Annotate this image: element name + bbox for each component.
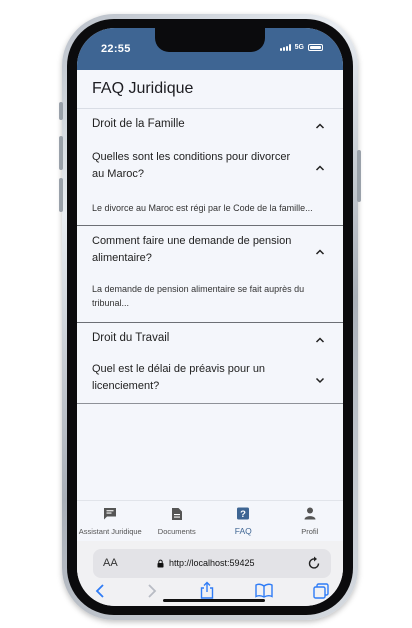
- volume-down-button: [59, 178, 63, 212]
- power-button: [357, 150, 361, 202]
- person-icon: [304, 507, 316, 520]
- category-header-famille[interactable]: Droit de la Famille: [77, 109, 343, 143]
- volume-up-button: [59, 136, 63, 170]
- nav-label: Assistant Juridique: [78, 527, 142, 536]
- reload-icon[interactable]: [308, 556, 321, 570]
- category-label: Droit de la Famille: [92, 118, 185, 130]
- status-indicators: 5G: [279, 44, 323, 51]
- phone-screen: 22:55 5G FAQ Juridique Droit de la Famil…: [77, 28, 343, 606]
- nav-item-assistant[interactable]: Assistant Juridique: [77, 501, 144, 542]
- faq-question-item[interactable]: Quel est le délai de préavis pour un lic…: [77, 357, 343, 401]
- network-type: 5G: [294, 44, 304, 51]
- help-icon: ?: [237, 507, 250, 520]
- share-icon[interactable]: [200, 581, 214, 599]
- forward-icon[interactable]: [147, 583, 157, 599]
- url-text: http://localhost:59425: [169, 558, 255, 568]
- app-header: FAQ Juridique: [77, 70, 343, 109]
- page-title: FAQ Juridique: [92, 80, 194, 97]
- category-label: Droit du Travail: [92, 332, 170, 344]
- nav-label: FAQ: [234, 526, 252, 536]
- bookmarks-icon[interactable]: [255, 583, 273, 598]
- question-label: Comment faire une demande de pension ali…: [92, 235, 292, 264]
- question-label: Quel est le délai de préavis pour un lic…: [92, 363, 266, 392]
- bottom-nav: Assistant Juridique Documents ? FAQ Prof…: [77, 500, 343, 542]
- browser-chrome: AA http://localhost:59425: [77, 541, 343, 606]
- category-header-travail[interactable]: Droit du Travail: [77, 323, 343, 357]
- aa-label: AA: [103, 557, 118, 569]
- question-label: Quelles sont les conditions pour divorce…: [92, 151, 291, 180]
- document-icon: [171, 508, 182, 520]
- answer-text: La demande de pension alimentaire se fai…: [92, 284, 305, 308]
- silent-switch: [59, 102, 63, 120]
- back-icon[interactable]: [95, 583, 105, 599]
- nav-item-profil[interactable]: Profil: [277, 501, 344, 542]
- reader-options-button[interactable]: AA: [103, 557, 118, 569]
- chevron-up-icon: [315, 165, 325, 171]
- nav-label: Documents: [157, 527, 196, 536]
- divider: [77, 225, 343, 226]
- address-bar[interactable]: AA http://localhost:59425: [93, 549, 331, 578]
- status-time: 22:55: [101, 43, 131, 55]
- signal-icon: [279, 44, 291, 51]
- nav-item-documents[interactable]: Documents: [144, 501, 211, 542]
- lock-icon: [157, 559, 164, 567]
- chevron-up-icon: [315, 337, 325, 343]
- chevron-up-icon: [315, 123, 325, 129]
- faq-question-item[interactable]: Quelles sont les conditions pour divorce…: [77, 143, 343, 191]
- tabs-icon[interactable]: [313, 583, 329, 599]
- chevron-down-icon: [315, 377, 325, 384]
- home-indicator: [163, 599, 265, 602]
- answer-text: Le divorce au Maroc est régi par le Code…: [92, 203, 313, 213]
- status-bar: 22:55 5G: [77, 28, 343, 70]
- faq-question-item[interactable]: Comment faire une demande de pension ali…: [77, 227, 343, 275]
- battery-icon: [308, 44, 323, 51]
- chat-icon: [104, 508, 117, 520]
- svg-text:?: ?: [240, 509, 246, 520]
- chevron-up-icon: [315, 249, 325, 255]
- url-display: http://localhost:59425: [157, 558, 255, 568]
- phone-frame: 22:55 5G FAQ Juridique Droit de la Famil…: [59, 14, 361, 620]
- nav-label: Profil: [301, 527, 319, 536]
- divider: [77, 403, 343, 404]
- phone-bezel: 22:55 5G FAQ Juridique Droit de la Famil…: [67, 19, 353, 615]
- nav-item-faq[interactable]: ? FAQ: [210, 501, 277, 542]
- notch: [155, 28, 265, 52]
